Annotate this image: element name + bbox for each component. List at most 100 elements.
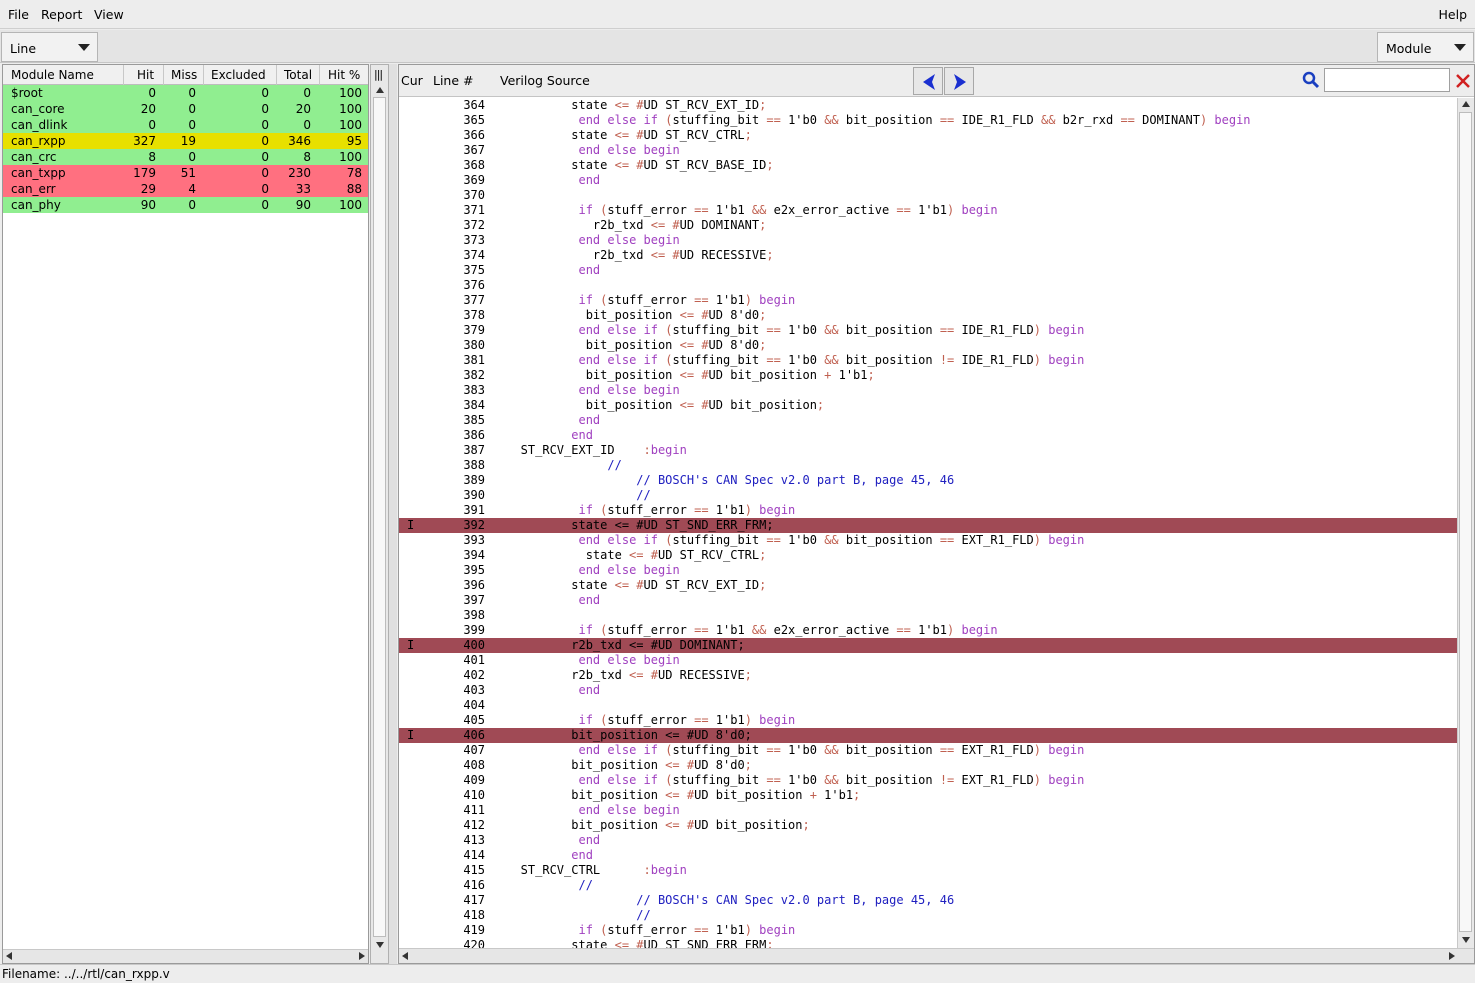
source-line[interactable]: 384 bit_position <= #UD bit_position; (399, 398, 1457, 413)
scroll-thumb[interactable] (1459, 112, 1472, 932)
source-line[interactable]: 373 end else begin (399, 233, 1457, 248)
source-line[interactable]: 416 // (399, 878, 1457, 893)
source-line[interactable]: 414 end (399, 848, 1457, 863)
source-line[interactable]: 409 end else if (stuffing_bit == 1'b0 &&… (399, 773, 1457, 788)
source-line[interactable]: 374 r2b_txd <= #UD RECESSIVE; (399, 248, 1457, 263)
source-line[interactable]: 388 // (399, 458, 1457, 473)
source-line[interactable]: 402 r2b_txd <= #UD RECESSIVE; (399, 668, 1457, 683)
table-row[interactable]: can_crc 8 0 0 8 100 (3, 149, 368, 165)
source-line[interactable]: 397 end (399, 593, 1457, 608)
source-line[interactable]: 417 // BOSCH's CAN Spec v2.0 part B, pag… (399, 893, 1457, 908)
source-line[interactable]: 410 bit_position <= #UD bit_position + 1… (399, 788, 1457, 803)
source-line[interactable]: 389 // BOSCH's CAN Spec v2.0 part B, pag… (399, 473, 1457, 488)
table-row[interactable]: can_rxpp 327 19 0 346 95 (3, 133, 368, 149)
source-line[interactable]: 365 end else if (stuffing_bit == 1'b0 &&… (399, 113, 1457, 128)
source-line[interactable]: 419 if (stuff_error == 1'b1) begin (399, 923, 1457, 938)
table-row[interactable]: can_dlink 0 0 0 0 100 (3, 117, 368, 133)
source-line[interactable]: 399 if (stuff_error == 1'b1 && e2x_error… (399, 623, 1457, 638)
source-code-view[interactable]: 364 state <= #UD ST_RCV_EXT_ID; 365 end e… (399, 98, 1457, 948)
source-line[interactable]: 408 bit_position <= #UD 8'd0; (399, 758, 1457, 773)
column-chooser-icon[interactable]: ||| (374, 68, 383, 81)
source-line[interactable]: 412 bit_position <= #UD bit_position; (399, 818, 1457, 833)
source-line[interactable]: 398 (399, 608, 1457, 623)
source-line[interactable]: 367 end else begin (399, 143, 1457, 158)
source-line[interactable]: 368 state <= #UD ST_RCV_BASE_ID; (399, 158, 1457, 173)
source-line[interactable]: 369 end (399, 173, 1457, 188)
source-horizontal-scrollbar[interactable] (399, 948, 1474, 963)
source-line-missed[interactable]: I 406 bit_position <= #UD 8'd0; (399, 728, 1457, 743)
source-vertical-scrollbar[interactable] (1457, 98, 1474, 948)
source-line[interactable]: 404 (399, 698, 1457, 713)
column-miss[interactable]: Miss (171, 68, 197, 82)
scroll-right-icon[interactable] (359, 952, 365, 960)
left-vertical-scrollbar[interactable]: ||| (370, 64, 389, 964)
source-line[interactable]: 382 bit_position <= #UD bit_position + 1… (399, 368, 1457, 383)
source-line[interactable]: 396 state <= #UD ST_RCV_EXT_ID; (399, 578, 1457, 593)
source-line[interactable]: 380 bit_position <= #UD 8'd0; (399, 338, 1457, 353)
table-row[interactable]: can_phy 90 0 0 90 100 (3, 197, 368, 213)
source-line-missed[interactable]: I 392 state <= #UD ST_SND_ERR_FRM; (399, 518, 1457, 533)
source-line[interactable]: 418 // (399, 908, 1457, 923)
source-line[interactable]: 413 end (399, 833, 1457, 848)
source-line[interactable]: 411 end else begin (399, 803, 1457, 818)
search-input[interactable] (1324, 68, 1450, 92)
table-row[interactable]: can_err 29 4 0 33 88 (3, 181, 368, 197)
source-line[interactable]: 420 state <= #UD ST_SND_ERR_FRM; (399, 938, 1457, 948)
source-line[interactable]: 395 end else begin (399, 563, 1457, 578)
source-line[interactable]: 364 state <= #UD ST_RCV_EXT_ID; (399, 98, 1457, 113)
table-row[interactable]: can_txpp 179 51 0 230 78 (3, 165, 368, 181)
scroll-left-icon[interactable] (6, 952, 12, 960)
source-line[interactable]: 393 end else if (stuffing_bit == 1'b0 &&… (399, 533, 1457, 548)
source-line[interactable]: 407 end else if (stuffing_bit == 1'b0 &&… (399, 743, 1457, 758)
menu-help[interactable]: Help (1439, 7, 1468, 22)
scroll-right-icon[interactable] (1449, 952, 1455, 960)
menu-view[interactable]: View (94, 7, 124, 22)
source-line[interactable]: 371 if (stuff_error == 1'b1 && e2x_error… (399, 203, 1457, 218)
source-line[interactable]: 370 (399, 188, 1457, 203)
source-line[interactable]: 390 // (399, 488, 1457, 503)
source-line[interactable]: 372 r2b_txd <= #UD DOMINANT; (399, 218, 1457, 233)
scroll-up-icon[interactable] (376, 87, 384, 93)
source-line[interactable]: 377 if (stuff_error == 1'b1) begin (399, 293, 1457, 308)
column-module-name[interactable]: Module Name (11, 68, 94, 82)
source-line[interactable]: 376 (399, 278, 1457, 293)
source-line[interactable]: 401 end else begin (399, 653, 1457, 668)
source-line[interactable]: 405 if (stuff_error == 1'b1) begin (399, 713, 1457, 728)
cell-excluded: 0 (261, 198, 269, 212)
table-row[interactable]: $root 0 0 0 0 100 (3, 85, 368, 101)
menu-file[interactable]: File (8, 7, 29, 22)
next-miss-button[interactable] (944, 67, 974, 95)
column-hit-pct[interactable]: Hit % (328, 68, 360, 82)
source-line[interactable]: 383 end else begin (399, 383, 1457, 398)
left-horizontal-scrollbar[interactable] (3, 949, 368, 963)
source-line[interactable]: 387 ST_RCV_EXT_ID :begin (399, 443, 1457, 458)
source-line[interactable]: 394 state <= #UD ST_RCV_CTRL; (399, 548, 1457, 563)
scroll-thumb[interactable] (373, 97, 386, 937)
previous-miss-button[interactable] (913, 67, 943, 95)
table-row[interactable]: can_core 20 0 0 20 100 (3, 101, 368, 117)
scope-dropdown[interactable]: Module (1377, 32, 1474, 62)
source-line[interactable]: 386 end (399, 428, 1457, 443)
column-excluded[interactable]: Excluded (211, 68, 266, 82)
source-line[interactable]: 375 end (399, 263, 1457, 278)
source-line[interactable]: 366 state <= #UD ST_RCV_CTRL; (399, 128, 1457, 143)
scroll-down-icon[interactable] (1462, 937, 1470, 943)
panel-splitter[interactable] (389, 64, 397, 964)
source-code: end else if (stuffing_bit == 1'b0 && bit… (578, 533, 1085, 547)
source-line[interactable]: 381 end else if (stuffing_bit == 1'b0 &&… (399, 353, 1457, 368)
source-line[interactable]: 379 end else if (stuffing_bit == 1'b0 &&… (399, 323, 1457, 338)
source-line[interactable]: 415 ST_RCV_CTRL :begin (399, 863, 1457, 878)
menu-report[interactable]: Report (41, 7, 82, 22)
source-line-missed[interactable]: I 400 r2b_txd <= #UD DOMINANT; (399, 638, 1457, 653)
scroll-down-icon[interactable] (376, 942, 384, 948)
column-total[interactable]: Total (284, 68, 312, 82)
coverage-type-dropdown[interactable]: Line (1, 32, 98, 62)
source-line[interactable]: 403 end (399, 683, 1457, 698)
source-line[interactable]: 391 if (stuff_error == 1'b1) begin (399, 503, 1457, 518)
column-hit[interactable]: Hit (137, 68, 154, 82)
scroll-left-icon[interactable] (402, 952, 408, 960)
source-line[interactable]: 385 end (399, 413, 1457, 428)
source-line[interactable]: 378 bit_position <= #UD 8'd0; (399, 308, 1457, 323)
clear-search-icon[interactable] (1455, 73, 1471, 89)
scroll-up-icon[interactable] (1462, 101, 1470, 107)
